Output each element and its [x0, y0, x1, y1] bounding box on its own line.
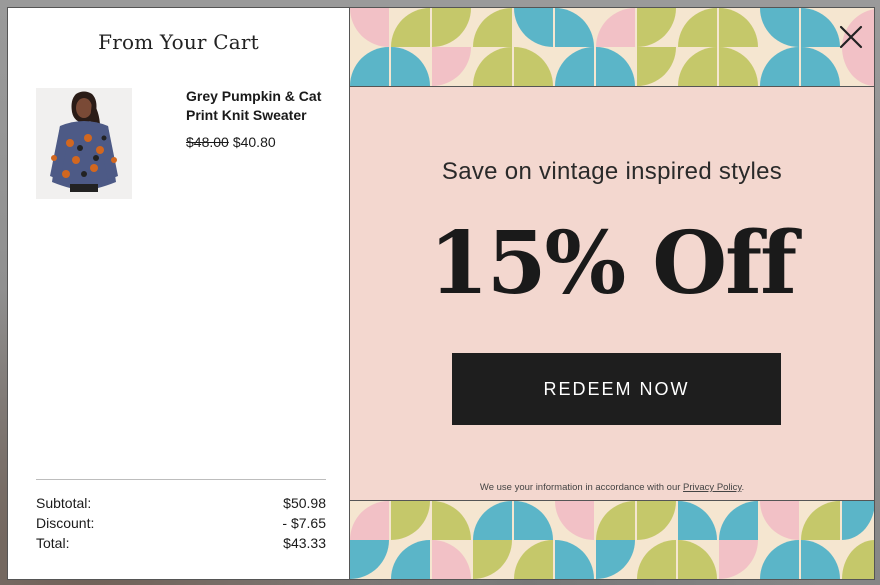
original-price: $48.00 [186, 134, 229, 150]
cart-title: From Your Cart [98, 30, 259, 54]
disclaimer-text: We use your information in accordance wi… [479, 482, 681, 493]
privacy-policy-link[interactable]: Privacy Policy [683, 482, 741, 493]
decorative-pattern-top [350, 8, 874, 87]
subtotal-value: $50.98 [283, 495, 326, 511]
product-price: $48.00 $40.80 [186, 134, 276, 150]
disclaimer-end: . [741, 482, 745, 493]
cart-panel: From Your Cart Grey Pumpkin & Cat Print … [8, 8, 349, 579]
subtotal-label: Subtotal: [36, 495, 92, 511]
cart-totals: Subtotal: $50.98 Discount: - $7.65 Total… [36, 493, 326, 553]
discount-value: - $7.65 [282, 515, 326, 531]
close-icon[interactable] [838, 24, 864, 50]
product-sweater-image [36, 88, 132, 199]
totals-divider [36, 479, 326, 480]
discount-row: Discount: - $7.65 [36, 513, 326, 533]
promo-headline: Save on vintage inspired styles [441, 158, 783, 185]
discount-label: Discount: [36, 515, 95, 531]
product-name[interactable]: Grey Pumpkin & Cat Print Knit Sweater [186, 87, 336, 125]
subtotal-row: Subtotal: $50.98 [36, 493, 326, 513]
redeem-now-button[interactable]: REDEEM NOW [452, 353, 781, 425]
total-value: $43.33 [283, 535, 326, 551]
total-row: Total: $43.33 [36, 533, 326, 553]
decorative-pattern-bottom [350, 500, 874, 579]
promo-offer: 15% Off [428, 213, 797, 314]
product-image[interactable] [36, 88, 132, 199]
sale-price: $40.80 [232, 134, 276, 150]
cart-promo-modal: From Your Cart Grey Pumpkin & Cat Print … [8, 8, 874, 579]
privacy-disclaimer: We use your information in accordance wi… [350, 482, 874, 493]
total-label: Total: [36, 535, 70, 551]
promo-panel: Save on vintage inspired styles 15% Off … [349, 8, 874, 579]
